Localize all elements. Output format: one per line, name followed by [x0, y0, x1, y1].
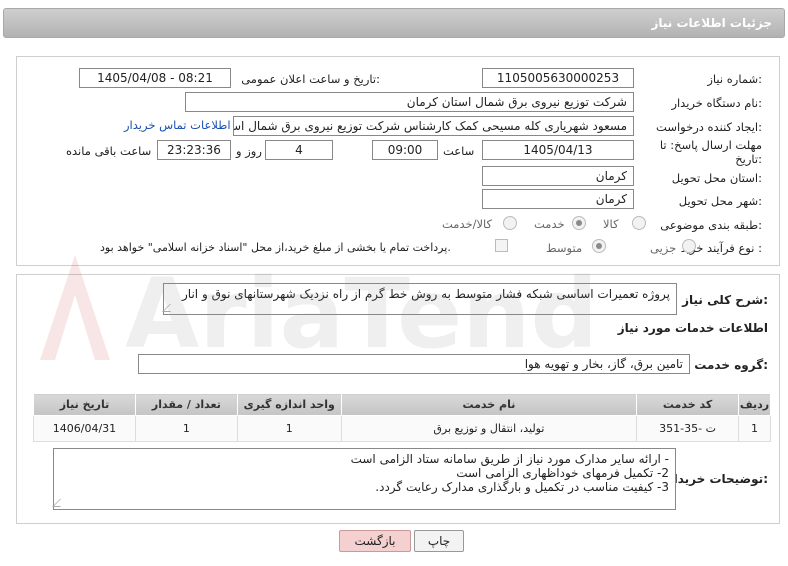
service-group-field[interactable]: تامین برق، گاز، بخار و تهویه هوا: [138, 354, 690, 374]
services-table: ردیف کد خدمت نام خدمت واحد اندازه گیری ت…: [33, 393, 771, 442]
col-row-number: ردیف: [738, 393, 771, 416]
category-radio-goods-service[interactable]: [503, 216, 517, 230]
buyer-org-label: نام دستگاه خریدار:: [671, 96, 762, 110]
resize-handle[interactable]: [162, 304, 178, 312]
buyer-note-line: 2- تکمیل فرمهای خوداظهاری الزامی است: [456, 466, 669, 480]
cell-quantity: 1: [134, 415, 238, 442]
requester-field[interactable]: مسعود شهریاری کله مسیحی کمک کارشناس شرکت…: [233, 116, 634, 136]
service-group-label: گروه خدمت:: [694, 358, 768, 372]
back-button[interactable]: بازگشت: [339, 530, 411, 552]
cell-service-code: ت -35-351: [636, 415, 740, 442]
table-header-row: ردیف کد خدمت نام خدمت واحد اندازه گیری ت…: [33, 393, 771, 416]
cell-need-date: 1406/04/31: [33, 415, 136, 442]
col-service-name: نام خدمت: [340, 393, 638, 416]
description-textarea[interactable]: پروژه تعمیرات اساسی شبکه فشار متوسط به ر…: [162, 283, 677, 315]
col-need-date: تاریخ نیاز: [33, 393, 136, 416]
remaining-label: ساعت باقی مانده: [66, 144, 152, 158]
category-option-service: خدمت: [534, 217, 565, 231]
deadline-time-field[interactable]: 09:00: [372, 140, 438, 160]
category-option-goods: کالا: [603, 217, 619, 231]
purchase-option-medium: متوسط: [546, 241, 583, 255]
purchase-radio-medium[interactable]: [592, 239, 606, 253]
col-unit: واحد اندازه گیری: [236, 393, 342, 416]
delivery-city-label: شهر محل تحویل:: [678, 194, 762, 208]
category-label: طبقه بندی موضوعی:: [660, 218, 762, 232]
services-section-title: اطلاعات خدمات مورد نیاز: [617, 321, 768, 335]
resize-handle[interactable]: [52, 499, 68, 507]
buyer-org-field[interactable]: شرکت توزیع نیروی برق شمال استان کرمان: [185, 92, 634, 112]
treasury-note: پرداخت تمام یا بخشی از مبلغ خرید،از محل …: [100, 241, 451, 254]
cell-service-name: تولید، انتقال و توزیع برق: [340, 415, 638, 442]
treasury-checkbox[interactable]: [495, 239, 508, 252]
remaining-days-field[interactable]: 4: [265, 140, 333, 160]
page: جزئیات اطلاعات نیاز شماره نیاز: 11050056…: [0, 0, 788, 566]
deadline-time-label: ساعت: [443, 144, 475, 158]
page-title: جزئیات اطلاعات نیاز: [651, 16, 772, 30]
delivery-city-field[interactable]: کرمان: [482, 189, 634, 209]
deadline-label: مهلت ارسال پاسخ: تا تاریخ:: [659, 138, 762, 166]
category-option-goods-service: کالا/خدمت: [442, 217, 493, 231]
remaining-time-field[interactable]: 23:23:36: [157, 140, 231, 160]
need-number-label: شماره نیاز:: [707, 72, 762, 86]
category-radio-goods[interactable]: [632, 216, 646, 230]
buyer-note-line: - ارائه سایر مدارک مورد نیاز از طریق سام…: [350, 452, 669, 466]
buyer-notes-label: توضیحات خریدار:: [666, 472, 768, 486]
cell-unit: 1: [236, 415, 342, 442]
announce-label: تاریخ و ساعت اعلان عمومی:: [241, 72, 380, 86]
days-label: روز و: [236, 144, 262, 158]
need-number-field[interactable]: 1105005630000253: [482, 68, 634, 88]
description-text: پروژه تعمیرات اساسی شبکه فشار متوسط به ر…: [182, 287, 670, 301]
deadline-date-field[interactable]: 1405/04/13: [482, 140, 634, 160]
buyer-contact-link[interactable]: اطلاعات تماس خریدار: [124, 118, 231, 132]
table-row: 1 ت -35-351 تولید، انتقال و توزیع برق 1 …: [33, 415, 771, 442]
buyer-note-line: 3- کیفیت مناسب در تکمیل و بارگذاری مدارک…: [375, 480, 669, 494]
buyer-notes-textarea[interactable]: - ارائه سایر مدارک مورد نیاز از طریق سام…: [52, 448, 676, 510]
col-quantity: تعداد / مقدار: [134, 393, 238, 416]
delivery-province-label: استان محل تحویل:: [671, 171, 762, 185]
category-radio-service[interactable]: [572, 216, 586, 230]
requester-label: ایجاد کننده درخواست:: [656, 120, 762, 134]
purchase-option-minor: جزیی: [650, 241, 677, 255]
header-bar: جزئیات اطلاعات نیاز: [3, 8, 785, 38]
print-button[interactable]: چاپ: [414, 530, 464, 552]
delivery-province-field[interactable]: کرمان: [482, 166, 634, 186]
col-service-code: کد خدمت: [636, 393, 740, 416]
cell-row-number: 1: [738, 415, 771, 442]
purchase-radio-minor[interactable]: [682, 239, 696, 253]
description-label: شرح کلی نیاز:: [682, 293, 768, 307]
announce-field[interactable]: 1405/04/08 - 08:21: [79, 68, 231, 88]
